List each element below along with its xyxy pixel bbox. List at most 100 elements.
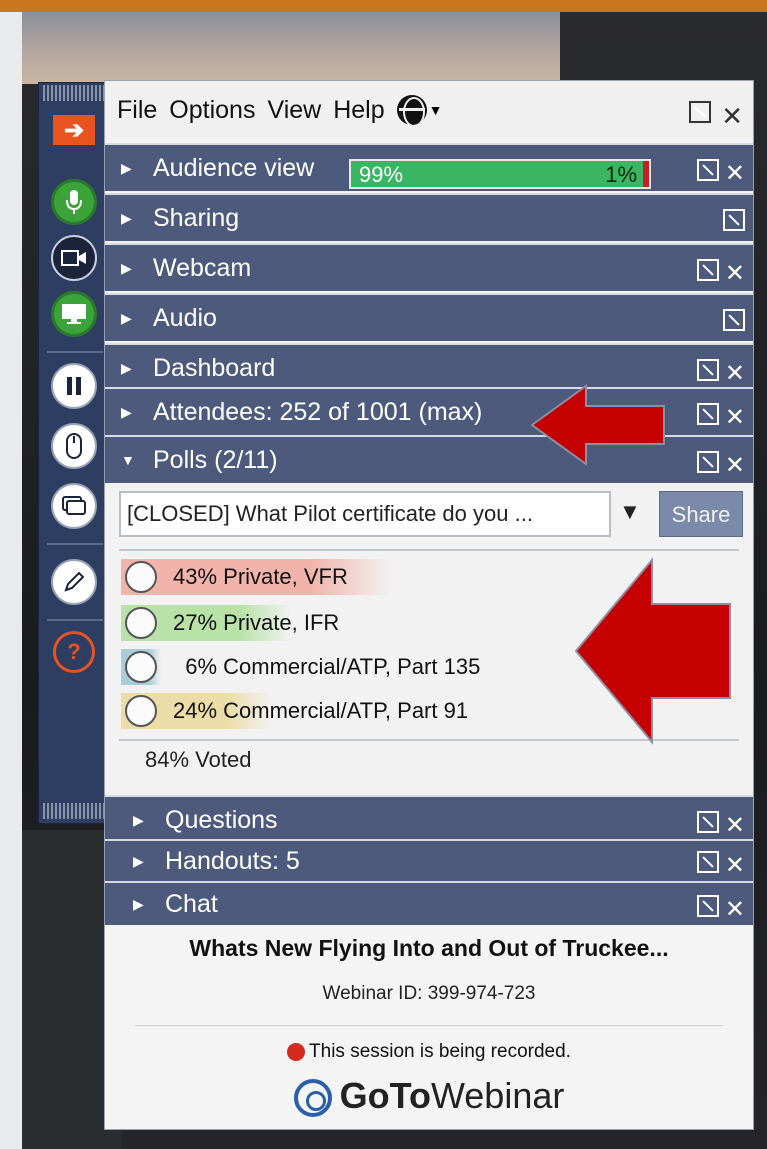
screen-share-icon[interactable] bbox=[51, 291, 97, 337]
section-sharing[interactable]: ▶ Sharing bbox=[105, 193, 753, 241]
radio-button[interactable] bbox=[125, 695, 157, 727]
chevron-down-icon[interactable]: ▼ bbox=[619, 499, 641, 525]
close-icon[interactable]: ✕ bbox=[725, 403, 745, 432]
microphone-icon[interactable] bbox=[51, 179, 97, 225]
close-icon[interactable]: ✕ bbox=[725, 851, 745, 880]
chevron-down-icon[interactable]: ▼ bbox=[429, 102, 443, 118]
pause-icon[interactable] bbox=[51, 363, 97, 409]
section-questions[interactable]: ▶ Questions ✕ bbox=[105, 795, 753, 843]
poll-option[interactable]: 43% Private, VFR bbox=[121, 557, 391, 597]
webcam-icon[interactable] bbox=[51, 235, 97, 281]
audience-attention-meter: 99% 1% bbox=[349, 159, 651, 189]
poll-option[interactable]: 24% Commercial/ATP, Part 91 bbox=[121, 691, 468, 731]
menu-help[interactable]: Help bbox=[333, 96, 384, 125]
section-controls: ✕ bbox=[696, 259, 745, 288]
toolbar-grip-bottom bbox=[43, 803, 107, 819]
undock-icon[interactable] bbox=[696, 451, 719, 473]
poll-question-select[interactable]: [CLOSED] What Pilot certificate do you .… bbox=[119, 491, 611, 537]
recording-text: This session is being recorded. bbox=[309, 1041, 571, 1062]
undock-icon[interactable] bbox=[723, 209, 745, 231]
background-window-image bbox=[20, 12, 560, 84]
window-controls: ✕ bbox=[689, 101, 743, 132]
close-icon[interactable]: ✕ bbox=[725, 359, 745, 388]
poll-option-label: 27% Private, IFR bbox=[173, 610, 340, 635]
close-icon[interactable]: ✕ bbox=[725, 895, 745, 924]
section-controls: ✕ bbox=[696, 159, 745, 188]
toolbar-divider bbox=[47, 619, 103, 621]
meter-end-marker bbox=[643, 161, 649, 187]
section-label: Chat bbox=[165, 889, 218, 918]
section-label: Audio bbox=[153, 303, 217, 332]
help-icon[interactable]: ? bbox=[53, 631, 95, 673]
recording-dot-icon bbox=[287, 1042, 306, 1061]
undock-icon[interactable] bbox=[689, 101, 712, 123]
triangle-right-icon: ▶ bbox=[121, 403, 132, 420]
close-icon[interactable]: ✕ bbox=[725, 811, 745, 840]
toolbar-grip[interactable] bbox=[43, 85, 107, 101]
radio-button[interactable] bbox=[125, 607, 157, 639]
undock-icon[interactable] bbox=[696, 895, 719, 917]
triangle-right-icon: ▶ bbox=[121, 309, 132, 326]
close-icon[interactable]: ✕ bbox=[721, 101, 743, 132]
undock-icon[interactable] bbox=[723, 309, 745, 331]
poll-option[interactable]: 6% Commercial/ATP, Part 135 bbox=[121, 647, 480, 687]
section-label: Sharing bbox=[153, 203, 240, 232]
poll-option[interactable]: 27% Private, IFR bbox=[121, 603, 339, 643]
section-webcam[interactable]: ▶ Webcam ✕ bbox=[105, 243, 753, 291]
section-chat[interactable]: ▶ Chat ✕ bbox=[105, 881, 753, 925]
triangle-right-icon: ▶ bbox=[133, 811, 144, 828]
menu-file[interactable]: File bbox=[117, 96, 157, 125]
menu-view[interactable]: View bbox=[267, 96, 321, 125]
voted-percentage: 84% Voted bbox=[145, 747, 252, 772]
menu-bar: File Options View Help ▼ ✕ bbox=[105, 81, 753, 139]
meter-left-value: 99% bbox=[359, 162, 404, 187]
view-icon[interactable] bbox=[51, 483, 97, 529]
section-label: Questions bbox=[165, 805, 278, 834]
poll-option-label: 24% Commercial/ATP, Part 91 bbox=[173, 698, 469, 723]
triangle-right-icon: ▶ bbox=[133, 895, 144, 912]
radio-button[interactable] bbox=[125, 561, 157, 593]
annotation-arrow-attendees bbox=[530, 384, 665, 466]
section-controls: ✕ bbox=[696, 811, 745, 840]
annotation-arrow-poll-results bbox=[574, 557, 731, 745]
divider bbox=[135, 1025, 723, 1026]
pen-icon[interactable] bbox=[51, 559, 97, 605]
section-label: Dashboard bbox=[153, 353, 276, 382]
panel-footer: Whats New Flying Into and Out of Truckee… bbox=[105, 925, 753, 1129]
close-icon[interactable]: ✕ bbox=[725, 159, 745, 188]
triangle-right-icon: ▶ bbox=[121, 259, 132, 276]
brand-bold: GoTo bbox=[339, 1075, 431, 1116]
section-audio[interactable]: ▶ Audio bbox=[105, 293, 753, 341]
gotowebinar-logo: GoToWebinar bbox=[105, 1075, 753, 1118]
section-controls: ✕ bbox=[696, 895, 745, 924]
section-label: Handouts: 5 bbox=[165, 846, 300, 875]
undock-icon[interactable] bbox=[696, 851, 719, 873]
triangle-right-icon: ▶ bbox=[121, 209, 132, 226]
close-icon[interactable]: ✕ bbox=[725, 259, 745, 288]
arrow-right-icon[interactable]: ➔ bbox=[53, 115, 95, 145]
section-handouts[interactable]: ▶ Handouts: 5 ✕ bbox=[105, 839, 753, 881]
meter-right-value: 1% bbox=[605, 162, 637, 187]
menu-options[interactable]: Options bbox=[169, 96, 255, 125]
triangle-right-icon: ▶ bbox=[121, 359, 132, 376]
mouse-icon[interactable] bbox=[51, 423, 97, 469]
undock-icon[interactable] bbox=[696, 259, 719, 281]
section-label: Audience view bbox=[153, 153, 315, 182]
close-icon[interactable]: ✕ bbox=[725, 451, 745, 480]
undock-icon[interactable] bbox=[696, 811, 719, 833]
undock-icon[interactable] bbox=[696, 403, 719, 425]
webinar-id: Webinar ID: 399-974-723 bbox=[322, 983, 536, 1004]
globe-icon[interactable] bbox=[396, 95, 427, 127]
undock-icon[interactable] bbox=[696, 359, 719, 381]
triangle-right-icon: ▶ bbox=[133, 852, 144, 869]
radio-button[interactable] bbox=[125, 651, 157, 683]
triangle-right-icon: ▶ bbox=[121, 159, 132, 176]
share-poll-button[interactable]: Share bbox=[659, 491, 743, 537]
gotowebinar-logo-icon bbox=[293, 1079, 332, 1118]
section-controls: ✕ bbox=[696, 403, 745, 432]
section-label: Webcam bbox=[153, 253, 252, 282]
toolbar-divider bbox=[47, 543, 103, 545]
divider bbox=[119, 549, 739, 551]
section-controls bbox=[723, 209, 745, 231]
undock-icon[interactable] bbox=[696, 159, 719, 181]
